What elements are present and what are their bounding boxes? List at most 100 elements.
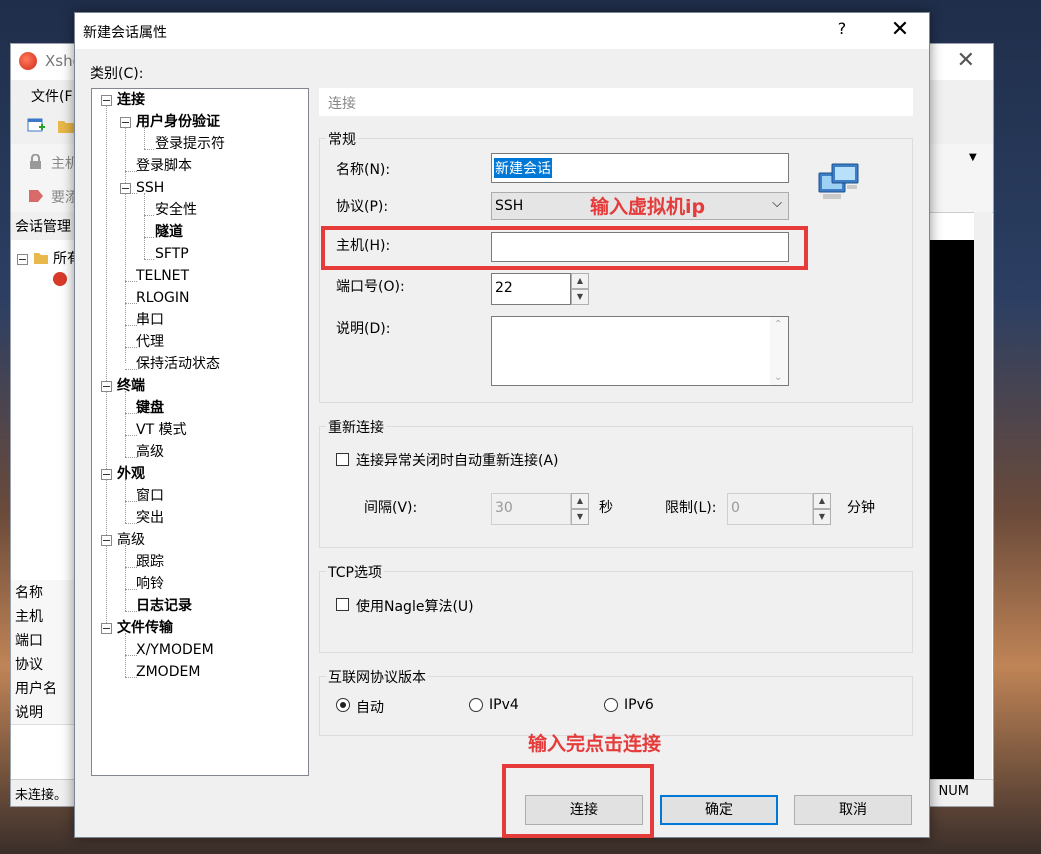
page-header-title: 连接 bbox=[328, 96, 356, 112]
tree-item-telnet[interactable]: TELNET bbox=[136, 267, 189, 285]
tree-item-xymodem[interactable]: X/YMODEM bbox=[136, 641, 214, 659]
open-folder-icon[interactable] bbox=[57, 118, 75, 134]
toggle-terminal-icon[interactable] bbox=[101, 381, 112, 392]
token-icon bbox=[29, 190, 43, 202]
limit-spin-down-icon[interactable]: ▼ bbox=[813, 509, 831, 525]
prop-protocol: 协议 bbox=[11, 652, 75, 677]
connect-hint-annotation: 输入完点击连接 bbox=[528, 733, 662, 755]
protocol-value: SSH bbox=[495, 198, 524, 214]
ip-v4-radio[interactable] bbox=[469, 698, 483, 712]
tree-item-vt-modes[interactable]: VT 模式 bbox=[136, 421, 187, 439]
auto-reconnect-label: 连接异常关闭时自动重新连接(A) bbox=[356, 453, 559, 469]
terminal-area[interactable] bbox=[929, 240, 974, 780]
tree-item-security[interactable]: 安全性 bbox=[155, 201, 197, 219]
limit-spin-up-icon[interactable]: ▲ bbox=[813, 493, 831, 509]
interval-spin-up-icon[interactable]: ▲ bbox=[571, 493, 589, 509]
limit-unit: 分钟 bbox=[847, 500, 875, 516]
auto-reconnect-checkbox[interactable] bbox=[336, 453, 349, 466]
name-label: 名称(N): bbox=[336, 162, 391, 178]
tcp-options-group-title: TCP选项 bbox=[326, 562, 384, 582]
tree-item-window[interactable]: 窗口 bbox=[136, 487, 164, 505]
reconnect-group-title: 重新连接 bbox=[326, 417, 386, 437]
protocol-label: 协议(P): bbox=[336, 199, 389, 215]
ip-auto-radio[interactable] bbox=[336, 698, 350, 712]
prop-host: 主机 bbox=[11, 604, 75, 629]
xshell-close-icon[interactable]: ✕ bbox=[957, 48, 975, 73]
xshell-logo-icon bbox=[19, 52, 37, 70]
port-field-value: 22 bbox=[495, 280, 513, 296]
port-spin-down-icon[interactable]: ▼ bbox=[571, 289, 589, 305]
tree-item-rlogin[interactable]: RLOGIN bbox=[136, 289, 190, 307]
toggle-connection-icon[interactable] bbox=[101, 95, 112, 106]
limit-value: 0 bbox=[731, 500, 740, 516]
connect-highlight-box bbox=[502, 764, 654, 838]
new-session-icon[interactable] bbox=[27, 118, 45, 134]
ip-v6-label: IPv6 bbox=[624, 697, 654, 713]
interval-spin-down-icon[interactable]: ▼ bbox=[571, 509, 589, 525]
tree-item-serial[interactable]: 串口 bbox=[136, 311, 164, 329]
name-field[interactable]: 新建会话 bbox=[491, 153, 789, 183]
tree-item-login-scripts[interactable]: 登录脚本 bbox=[136, 157, 192, 175]
network-computers-icon bbox=[818, 163, 859, 199]
tree-toggle-icon[interactable] bbox=[17, 254, 28, 265]
help-icon[interactable]: ? bbox=[831, 19, 853, 43]
ip-version-group-title: 互联网协议版本 bbox=[326, 667, 428, 687]
chevron-down-icon: ⌵ bbox=[772, 196, 782, 211]
toggle-ssh-icon[interactable] bbox=[120, 183, 131, 194]
reconnect-group: 重新连接 bbox=[319, 417, 913, 548]
tree-item-keep-alive[interactable]: 保持活动状态 bbox=[136, 355, 220, 373]
tree-item-ssh[interactable]: SSH bbox=[136, 179, 164, 197]
category-label: 类别(C): bbox=[90, 66, 144, 82]
ip-v6-radio[interactable] bbox=[604, 698, 618, 712]
limit-field[interactable]: 0 bbox=[727, 493, 813, 525]
description-scrollbar[interactable]: ⌃ ⌄ bbox=[770, 317, 788, 385]
lock-icon bbox=[30, 154, 41, 169]
tree-item-trace[interactable]: 跟踪 bbox=[136, 553, 164, 571]
toggle-auth-icon[interactable] bbox=[120, 117, 131, 128]
new-session-dialog: 新建会话属性 ? ✕ 类别(C): 连接 用户身份验证 登录提示符 登录脚本 S… bbox=[74, 12, 930, 838]
toggle-advanced-icon[interactable] bbox=[101, 535, 112, 546]
address-dropdown-icon[interactable]: ▼ bbox=[969, 152, 977, 163]
tree-item-bell[interactable]: 响铃 bbox=[136, 575, 164, 593]
status-text: 未连接。 bbox=[15, 788, 68, 803]
toggle-appearance-icon[interactable] bbox=[101, 469, 112, 480]
scroll-up-icon[interactable]: ⌃ bbox=[774, 319, 782, 330]
tree-item-login-prompts[interactable]: 登录提示符 bbox=[155, 135, 225, 153]
tree-item-connection[interactable]: 连接 bbox=[117, 91, 145, 109]
category-tree[interactable]: 连接 用户身份验证 登录提示符 登录脚本 SSH 安全性 隧道 SFTP TEL… bbox=[91, 88, 309, 776]
session-icon[interactable] bbox=[53, 272, 67, 286]
tree-item-proxy[interactable]: 代理 bbox=[136, 333, 164, 351]
tree-item-authentication[interactable]: 用户身份验证 bbox=[136, 113, 220, 131]
tree-item-terminal[interactable]: 终端 bbox=[117, 377, 145, 395]
terminal-scrollbar[interactable] bbox=[974, 212, 992, 780]
interval-field[interactable]: 30 bbox=[491, 493, 571, 525]
menu-file[interactable]: 文件(F bbox=[31, 86, 73, 106]
tree-item-zmodem[interactable]: ZMODEM bbox=[136, 663, 200, 681]
ip-auto-label: 自动 bbox=[356, 700, 384, 716]
description-field[interactable]: ⌃ ⌄ bbox=[491, 316, 789, 386]
page-header: 连接 bbox=[319, 88, 913, 116]
interval-label: 间隔(V): bbox=[364, 500, 418, 516]
prop-username: 用户名 bbox=[11, 676, 75, 701]
cancel-button[interactable]: 取消 bbox=[794, 795, 912, 825]
tree-item-terminal-advanced[interactable]: 高级 bbox=[136, 443, 164, 461]
close-icon[interactable]: ✕ bbox=[887, 17, 913, 43]
tree-item-advanced[interactable]: 高级 bbox=[117, 531, 145, 549]
tree-item-highlight[interactable]: 突出 bbox=[136, 509, 164, 527]
scroll-down-icon[interactable]: ⌄ bbox=[774, 372, 782, 383]
port-spin-up-icon[interactable]: ▲ bbox=[571, 273, 589, 289]
tree-item-logging[interactable]: 日志记录 bbox=[136, 597, 192, 615]
limit-label: 限制(L): bbox=[665, 500, 717, 516]
port-field[interactable]: 22 bbox=[491, 273, 571, 305]
tree-item-sftp[interactable]: SFTP bbox=[155, 245, 189, 263]
toggle-file-transfer-icon[interactable] bbox=[101, 623, 112, 634]
tree-item-keyboard[interactable]: 键盘 bbox=[136, 399, 164, 417]
tree-item-appearance[interactable]: 外观 bbox=[117, 465, 145, 483]
tree-item-tunneling[interactable]: 隧道 bbox=[155, 223, 183, 241]
tree-item-file-transfer[interactable]: 文件传输 bbox=[117, 619, 173, 637]
ip-v4-label: IPv4 bbox=[489, 697, 519, 713]
session-properties: 名称 主机 端口 协议 用户名 说明 bbox=[11, 580, 75, 780]
ok-button[interactable]: 确定 bbox=[660, 795, 778, 825]
nagle-checkbox[interactable] bbox=[336, 598, 349, 611]
prop-name: 名称 bbox=[11, 580, 75, 605]
